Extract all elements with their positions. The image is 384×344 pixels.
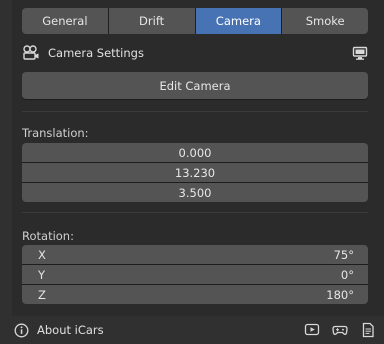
rotation-y-value: 0°	[340, 267, 354, 282]
rotation-z-field[interactable]: Z 180°	[22, 285, 368, 304]
video-icon[interactable]	[304, 322, 320, 338]
divider	[22, 111, 368, 112]
translation-label: Translation:	[22, 126, 89, 140]
translation-z-field[interactable]: 3.500	[22, 183, 368, 202]
tab-drift[interactable]: Drift	[108, 8, 195, 34]
about-footer[interactable]: About iCars	[0, 316, 384, 344]
section-title: Camera Settings	[48, 46, 144, 60]
camera-settings-icon	[23, 45, 39, 60]
translation-y-field[interactable]: 13.230	[22, 163, 368, 182]
info-icon	[14, 323, 29, 338]
tab-general[interactable]: General	[22, 8, 108, 34]
rotation-fields: X 75° Y 0° Z 180°	[22, 245, 368, 304]
tab-camera[interactable]: Camera	[195, 8, 282, 34]
camera-settings-header: Camera Settings	[22, 42, 368, 64]
rotation-z-axis: Z	[38, 287, 46, 302]
document-icon[interactable]	[360, 322, 376, 338]
rotation-y-axis: Y	[38, 267, 46, 282]
tab-bar: General Drift Camera Smoke	[22, 8, 368, 34]
rotation-y-field[interactable]: Y 0°	[22, 265, 368, 284]
rotation-z-value: 180°	[326, 287, 354, 302]
monitor-icon[interactable]	[352, 45, 368, 61]
edit-camera-button[interactable]: Edit Camera	[22, 72, 368, 99]
about-title: About iCars	[37, 323, 104, 337]
rotation-label: Rotation:	[22, 229, 74, 243]
rotation-x-field[interactable]: X 75°	[22, 245, 368, 264]
gamepad-icon[interactable]	[332, 322, 348, 338]
rotation-x-axis: X	[38, 247, 46, 262]
rotation-x-value: 75°	[333, 247, 354, 262]
divider	[22, 212, 368, 213]
translation-fields: 0.000 13.230 3.500	[22, 143, 368, 202]
tab-smoke[interactable]: Smoke	[282, 8, 368, 34]
translation-x-field[interactable]: 0.000	[22, 143, 368, 162]
